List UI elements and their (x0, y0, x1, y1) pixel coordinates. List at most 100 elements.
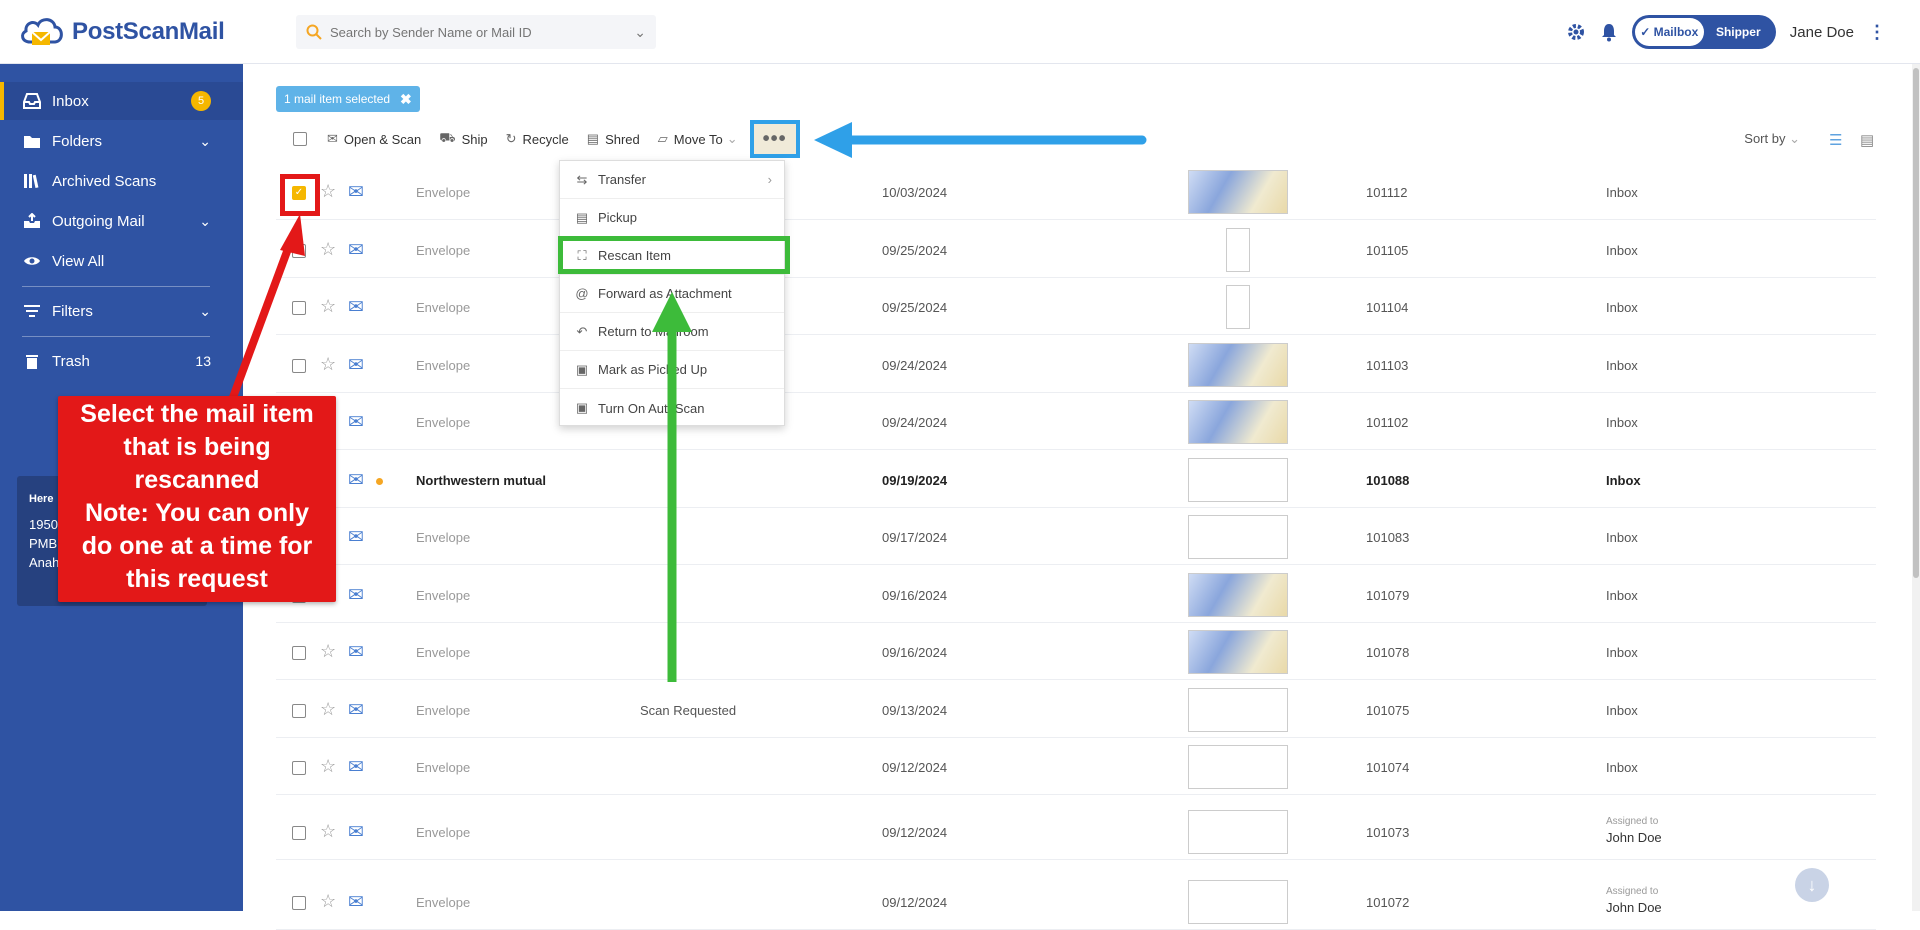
table-row[interactable]: ☆ ✉ Envelope 09/12/2024 101072 Assigned to Joh… (276, 876, 1876, 930)
table-row[interactable]: ☆✉Northwestern mutual09/19/2024101088Inb… (276, 454, 1876, 508)
gear-icon[interactable] (1566, 22, 1586, 42)
menu-item-pickup[interactable]: ▤ Pickup (560, 199, 784, 237)
open-scan-button[interactable]: ✉ Open & Scan (327, 131, 421, 147)
mail-thumbnail[interactable] (1226, 228, 1250, 272)
toggle-mailbox[interactable]: ✓ Mailbox (1634, 18, 1704, 46)
sender-cell[interactable]: Envelope (416, 358, 470, 373)
user-name[interactable]: Jane Doe (1790, 24, 1854, 41)
shred-button[interactable]: ▤ Shred (587, 131, 640, 147)
table-row[interactable]: ☆ ✉ Envelope 09/25/2024 101104 Inbox (276, 281, 1876, 335)
compact-view-icon[interactable]: ▤ (1860, 131, 1874, 149)
box-check-icon: ▣ (575, 361, 589, 377)
star-icon[interactable]: ☆ (320, 756, 336, 777)
bell-icon[interactable] (1600, 22, 1618, 42)
sidebar-item-archived-scans[interactable]: Archived Scans (0, 162, 243, 200)
menu-item-mark-picked-up[interactable]: ▣ Mark as Picked Up (560, 351, 784, 389)
sidebar-item-folders[interactable]: Folders ⌄ (0, 122, 243, 160)
star-icon[interactable]: ☆ (320, 891, 336, 912)
sidebar-item-trash[interactable]: Trash 13 (0, 342, 243, 380)
mail-thumbnail[interactable] (1188, 573, 1288, 617)
star-icon[interactable]: ☆ (320, 641, 336, 662)
sender-cell[interactable]: Envelope (416, 703, 470, 718)
more-actions-button[interactable]: ••• (749, 120, 800, 158)
table-row[interactable]: ☆ ✉ Envelope 09/12/2024 101074 Inbox (276, 741, 1876, 795)
mail-thumbnail[interactable] (1188, 343, 1288, 387)
menu-item-forward-attachment[interactable]: @ Forward as Attachment (560, 275, 784, 313)
row-checkbox[interactable] (292, 704, 306, 718)
mail-thumbnail[interactable] (1188, 880, 1288, 924)
mail-thumbnail[interactable] (1188, 458, 1288, 502)
menu-item-transfer[interactable]: ⇆ Transfer › (560, 161, 784, 199)
row-checkbox[interactable] (292, 359, 306, 373)
toggle-shipper[interactable]: Shipper (1704, 18, 1773, 46)
star-icon[interactable]: ☆ (320, 181, 336, 202)
sidebar-item-view-all[interactable]: View All (0, 242, 243, 280)
logo[interactable]: PostScanMail (18, 12, 225, 52)
chevron-down-icon[interactable]: ⌄ (199, 213, 211, 230)
mailbox-shipper-toggle[interactable]: ✓ Mailbox Shipper (1631, 15, 1776, 49)
menu-item-label: Forward as Attachment (598, 286, 732, 301)
star-icon[interactable]: ☆ (320, 699, 336, 720)
star-icon[interactable]: ☆ (320, 354, 336, 375)
scrollbar-thumb[interactable] (1913, 68, 1919, 578)
mail-thumbnail[interactable] (1188, 400, 1288, 444)
list-view-icon[interactable]: ☰ (1829, 131, 1842, 149)
table-row[interactable]: ☆ ✉ Envelope 09/25/2024 101105 Inbox (276, 224, 1876, 278)
vertical-scrollbar[interactable] (1912, 64, 1920, 911)
chevron-down-icon[interactable]: ⌄ (199, 133, 211, 150)
row-checkbox[interactable] (292, 826, 306, 840)
sender-cell[interactable]: Envelope (416, 530, 470, 545)
sidebar-item-outgoing-mail[interactable]: Outgoing Mail ⌄ (0, 202, 243, 240)
scroll-down-button[interactable]: ↓ (1795, 868, 1829, 902)
mail-thumbnail[interactable] (1188, 745, 1288, 789)
sender-cell[interactable]: Northwestern mutual (416, 473, 546, 488)
mail-thumbnail[interactable] (1226, 285, 1250, 329)
table-row[interactable]: ☆ ✉ Envelope 09/12/2024 101073 Assigned to Joh… (276, 806, 1876, 860)
table-row[interactable]: ☆ ✉ Envelope Scan Requested 09/13/2024 101075… (276, 684, 1876, 738)
star-icon[interactable]: ☆ (320, 821, 336, 842)
sidebar-item-inbox[interactable]: Inbox 5 (0, 82, 243, 120)
mail-thumbnail[interactable] (1188, 688, 1288, 732)
mail-thumbnail[interactable] (1188, 630, 1288, 674)
menu-item-autoscan[interactable]: ▣ Turn On AutoScan (560, 389, 784, 427)
chevron-down-icon[interactable]: ⌄ (199, 303, 211, 320)
table-row[interactable]: ☆ ✉ Envelope 09/24/2024 101103 Inbox (276, 339, 1876, 393)
sender-cell[interactable]: Envelope (416, 300, 470, 315)
select-all-checkbox[interactable] (293, 132, 307, 146)
table-row[interactable]: ☆ ✉ Envelope 09/16/2024 101078 Inbox (276, 626, 1876, 680)
star-icon[interactable]: ☆ (320, 239, 336, 260)
more-vertical-icon[interactable]: ⋮ (1868, 22, 1886, 43)
date-cell: 09/16/2024 (882, 588, 948, 603)
row-checkbox[interactable] (292, 244, 306, 258)
sender-cell[interactable]: Envelope (416, 825, 470, 840)
menu-item-return-to-mailroom[interactable]: ↶ Return to Mailroom (560, 313, 784, 351)
mail-thumbnail[interactable] (1188, 810, 1288, 854)
sender-cell[interactable]: Envelope (416, 895, 470, 910)
table-row[interactable]: ✓ ☆ ✉ Envelope 10/03/2024 101112 Inbox (276, 166, 1876, 220)
star-icon[interactable]: ☆ (320, 296, 336, 317)
row-checkbox[interactable] (292, 646, 306, 660)
sender-cell[interactable]: Envelope (416, 645, 470, 660)
move-to-button[interactable]: ▱ Move To ⌄ (658, 131, 738, 147)
chevron-down-icon[interactable]: ⌄ (634, 24, 646, 41)
table-row[interactable]: ☆✉Envelope09/16/2024101079Inbox (276, 569, 1876, 623)
sender-cell[interactable]: Envelope (416, 760, 470, 775)
mail-thumbnail[interactable] (1188, 170, 1288, 214)
row-checkbox[interactable] (292, 301, 306, 315)
search-bar[interactable]: ⌄ (296, 15, 656, 49)
mail-thumbnail[interactable] (1188, 515, 1288, 559)
row-checkbox[interactable] (292, 896, 306, 910)
search-input[interactable] (330, 24, 635, 40)
close-icon[interactable]: ✖ (400, 91, 412, 108)
sender-cell[interactable]: Envelope (416, 588, 470, 603)
table-row[interactable]: ☆✉Envelope09/17/2024101083Inbox (276, 511, 1876, 565)
sender-cell[interactable]: Envelope (416, 185, 470, 200)
sort-by-dropdown[interactable]: Sort by ⌄ (1744, 131, 1800, 147)
ship-button[interactable]: ⛟ Ship (439, 130, 487, 148)
recycle-button[interactable]: ↻ Recycle (506, 131, 569, 147)
sender-cell[interactable]: Envelope (416, 415, 470, 430)
row-checkbox[interactable] (292, 761, 306, 775)
sidebar-item-filters[interactable]: Filters ⌄ (0, 292, 243, 330)
sender-cell[interactable]: Envelope (416, 243, 470, 258)
table-row[interactable]: ☆✉Envelope09/24/2024101102Inbox (276, 396, 1876, 450)
